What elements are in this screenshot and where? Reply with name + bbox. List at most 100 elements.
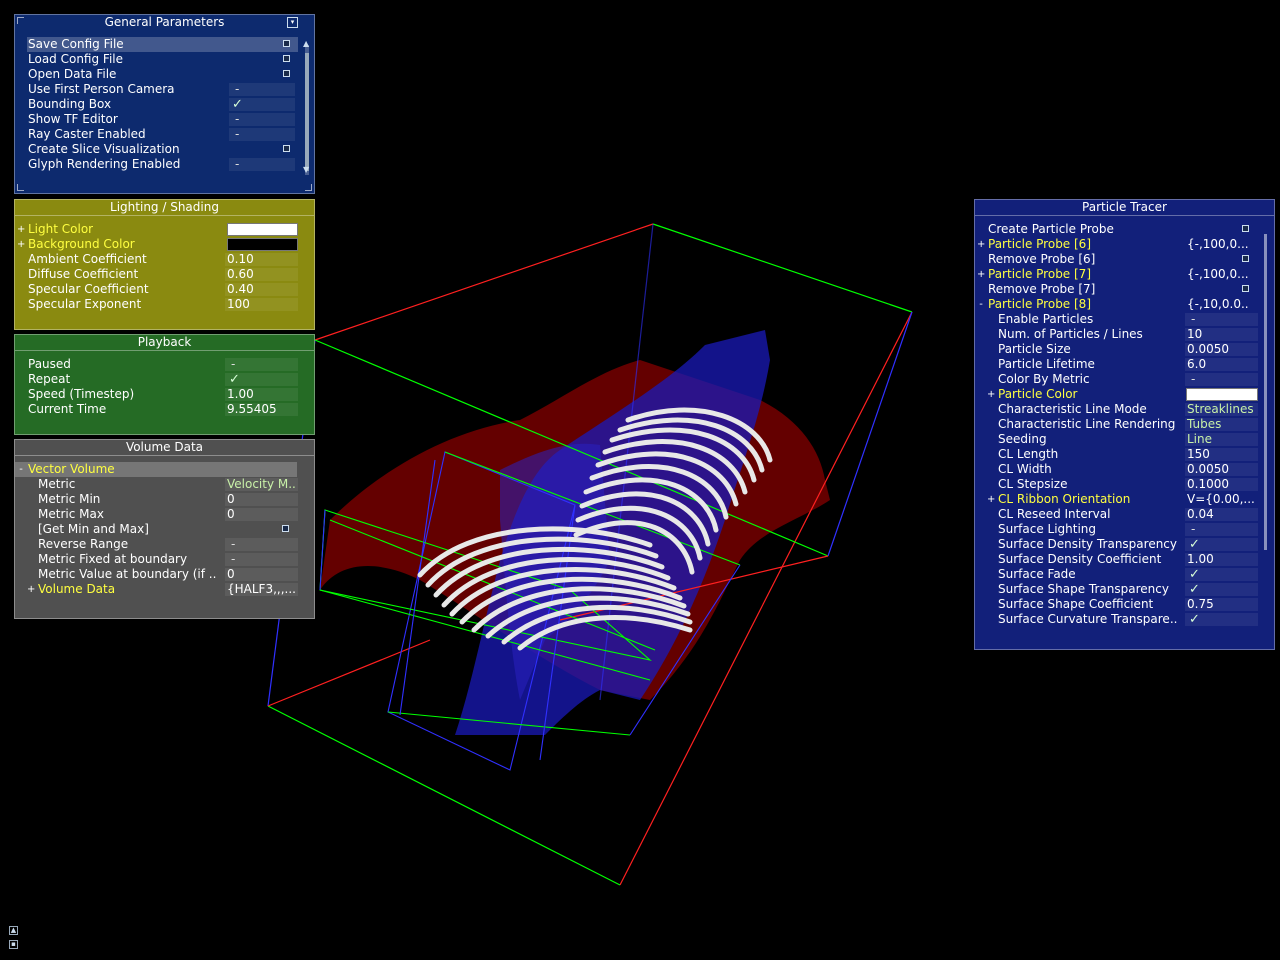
tracer-row-seeding[interactable]: Seeding Line [975, 432, 1274, 447]
show-tf-editor-toggle[interactable]: - [229, 113, 295, 126]
glyph-rendering-enabled-toggle[interactable]: - [229, 158, 295, 171]
tracer-row-cl-ribbon-orientation[interactable]: + CL Ribbon Orientation V={0.00,... [975, 492, 1274, 507]
reverse-range-toggle[interactable]: - [225, 538, 298, 551]
tracer-row-surface-curvature-transpare[interactable]: Surface Curvature Transpare.. ✓ [975, 612, 1274, 627]
tracer-row-color-by-metric[interactable]: Color By Metric - [975, 372, 1274, 387]
volume-data-value[interactable]: {HALF3,,,... [225, 583, 298, 596]
paused-row[interactable]: Paused - [15, 357, 314, 372]
expand-icon[interactable]: + [977, 237, 985, 252]
diffuse-row[interactable]: Diffuse Coefficient 0.60 [15, 267, 314, 282]
volume-data-row[interactable]: + Volume Data {HALF3,,,... [15, 582, 314, 597]
load-config-file-button[interactable] [283, 55, 290, 62]
cl-length-value[interactable]: 150 [1185, 448, 1258, 461]
expand-icon[interactable]: + [17, 237, 25, 252]
get-min-max-row[interactable]: [Get Min and Max] [15, 522, 314, 537]
general-item-open-data-file[interactable]: Open Data File [15, 67, 314, 82]
particle-lifetime-value[interactable]: 6.0 [1185, 358, 1258, 371]
reverse-range-row[interactable]: Reverse Range - [15, 537, 314, 552]
vector-volume-row[interactable]: - Vector Volume [15, 462, 297, 477]
tracer-row-particle-lifetime[interactable]: Particle Lifetime 6.0 [975, 357, 1274, 372]
exponent-value[interactable]: 100 [225, 298, 298, 311]
tracer-row-characteristic-line-rendering[interactable]: Characteristic Line Rendering Tubes [975, 417, 1274, 432]
surface-density-transparency-value[interactable]: ✓ [1185, 538, 1258, 551]
background-color-swatch[interactable] [227, 238, 298, 251]
surface-density-coefficient-value[interactable]: 1.00 [1185, 553, 1258, 566]
general-item-bounding-box[interactable]: Bounding Box ✓ [15, 97, 314, 112]
expand-icon[interactable]: + [987, 492, 995, 507]
ambient-value[interactable]: 0.10 [225, 253, 298, 266]
speed-value[interactable]: 1.00 [225, 388, 298, 401]
repeat-row[interactable]: Repeat ✓ [15, 372, 314, 387]
metric-min-row[interactable]: Metric Min 0 [15, 492, 314, 507]
general-item-glyph-rendering-enabled[interactable]: Glyph Rendering Enabled - [15, 157, 314, 172]
tracer-row-particle-color[interactable]: + Particle Color [975, 387, 1274, 402]
num-of-particles-lines-value[interactable]: 10 [1185, 328, 1258, 341]
tracer-row-cl-reseed-interval[interactable]: CL Reseed Interval 0.04 [975, 507, 1274, 522]
tracer-row-particle-size[interactable]: Particle Size 0.0050 [975, 342, 1274, 357]
general-item-create-slice-visualization[interactable]: Create Slice Visualization [15, 142, 314, 157]
scrollbar-thumb[interactable] [305, 53, 309, 171]
boundary-value-row[interactable]: Metric Value at boundary (if .. 0 [15, 567, 314, 582]
tracer-row-remove-probe-7[interactable]: Remove Probe [7] [975, 282, 1274, 297]
specular-value[interactable]: 0.40 [225, 283, 298, 296]
scrollbar[interactable] [1264, 234, 1267, 550]
tracer-row-num-of-particles-lines[interactable]: Num. of Particles / Lines 10 [975, 327, 1274, 342]
boundary-value[interactable]: 0 [225, 568, 298, 581]
metric-value[interactable]: Velocity M.. [225, 478, 298, 491]
surface-shape-coefficient-value[interactable]: 0.75 [1185, 598, 1258, 611]
use-first-person-camera-toggle[interactable]: - [229, 83, 295, 96]
tracer-row-surface-density-transparency[interactable]: Surface Density Transparency ✓ [975, 537, 1274, 552]
general-item-use-first-person-camera[interactable]: Use First Person Camera - [15, 82, 314, 97]
specular-row[interactable]: Specular Coefficient 0.40 [15, 282, 314, 297]
expand-icon[interactable]: + [17, 222, 25, 237]
general-item-ray-caster-enabled[interactable]: Ray Caster Enabled - [15, 127, 314, 142]
save-icon[interactable]: ▪ [9, 940, 18, 949]
tracer-row-create-particle-probe[interactable]: Create Particle Probe [975, 222, 1274, 237]
metric-min-value[interactable]: 0 [225, 493, 298, 506]
tracer-row-surface-lighting[interactable]: Surface Lighting - [975, 522, 1274, 537]
diffuse-value[interactable]: 0.60 [225, 268, 298, 281]
particle-probe-6-value[interactable]: {-,100,0... [1185, 238, 1258, 251]
speed-row[interactable]: Speed (Timestep) 1.00 [15, 387, 314, 402]
surface-curvature-transpare-value[interactable]: ✓ [1185, 613, 1258, 626]
scroll-down-icon[interactable]: ▼ [303, 165, 309, 174]
cl-width-value[interactable]: 0.0050 [1185, 463, 1258, 476]
cl-ribbon-orientation-value[interactable]: V={0.00,... [1185, 493, 1258, 506]
metric-fixed-toggle[interactable]: - [225, 553, 298, 566]
open-data-file-button[interactable] [283, 70, 290, 77]
create-slice-visualization-button[interactable] [283, 145, 290, 152]
cl-reseed-interval-value[interactable]: 0.04 [1185, 508, 1258, 521]
expand-icon[interactable]: + [987, 387, 995, 402]
metric-row[interactable]: Metric Velocity M.. [15, 477, 314, 492]
repeat-toggle[interactable]: ✓ [225, 373, 298, 386]
metric-fixed-row[interactable]: Metric Fixed at boundary - [15, 552, 314, 567]
tracer-row-cl-stepsize[interactable]: CL Stepsize 0.1000 [975, 477, 1274, 492]
light-color-row[interactable]: + Light Color [15, 222, 314, 237]
remove-probe-7-button[interactable] [1242, 285, 1249, 292]
scroll-up-icon[interactable]: ▲ [303, 39, 309, 48]
ambient-row[interactable]: Ambient Coefficient 0.10 [15, 252, 314, 267]
light-color-swatch[interactable] [227, 223, 298, 236]
tracer-row-particle-probe-6[interactable]: + Particle Probe [6] {-,100,0... [975, 237, 1274, 252]
tracer-row-cl-length[interactable]: CL Length 150 [975, 447, 1274, 462]
general-item-show-tf-editor[interactable]: Show TF Editor - [15, 112, 314, 127]
exponent-row[interactable]: Specular Exponent 100 [15, 297, 314, 312]
particle-color-swatch[interactable] [1186, 388, 1258, 401]
minimize-icon[interactable]: ▾ [287, 17, 298, 28]
particle-probe-8-value[interactable]: {-,10,0.0.. [1185, 298, 1258, 311]
current-time-row[interactable]: Current Time 9.55405 [15, 402, 314, 417]
get-min-max-button[interactable] [282, 525, 289, 532]
tracer-row-cl-width[interactable]: CL Width 0.0050 [975, 462, 1274, 477]
particle-probe-7-value[interactable]: {-,100,0... [1185, 268, 1258, 281]
surface-shape-transparency-value[interactable]: ✓ [1185, 583, 1258, 596]
tracer-row-surface-fade[interactable]: Surface Fade ✓ [975, 567, 1274, 582]
tracer-row-enable-particles[interactable]: Enable Particles - [975, 312, 1274, 327]
current-time-value[interactable]: 9.55405 [225, 403, 298, 416]
remove-probe-6-button[interactable] [1242, 255, 1249, 262]
characteristic-line-mode-value[interactable]: Streaklines [1185, 403, 1258, 416]
characteristic-line-rendering-value[interactable]: Tubes [1185, 418, 1258, 431]
tracer-row-surface-shape-transparency[interactable]: Surface Shape Transparency ✓ [975, 582, 1274, 597]
create-particle-probe-button[interactable] [1242, 225, 1249, 232]
tracer-row-particle-probe-8[interactable]: - Particle Probe [8] {-,10,0.0.. [975, 297, 1274, 312]
expand-icon[interactable]: + [27, 582, 35, 597]
